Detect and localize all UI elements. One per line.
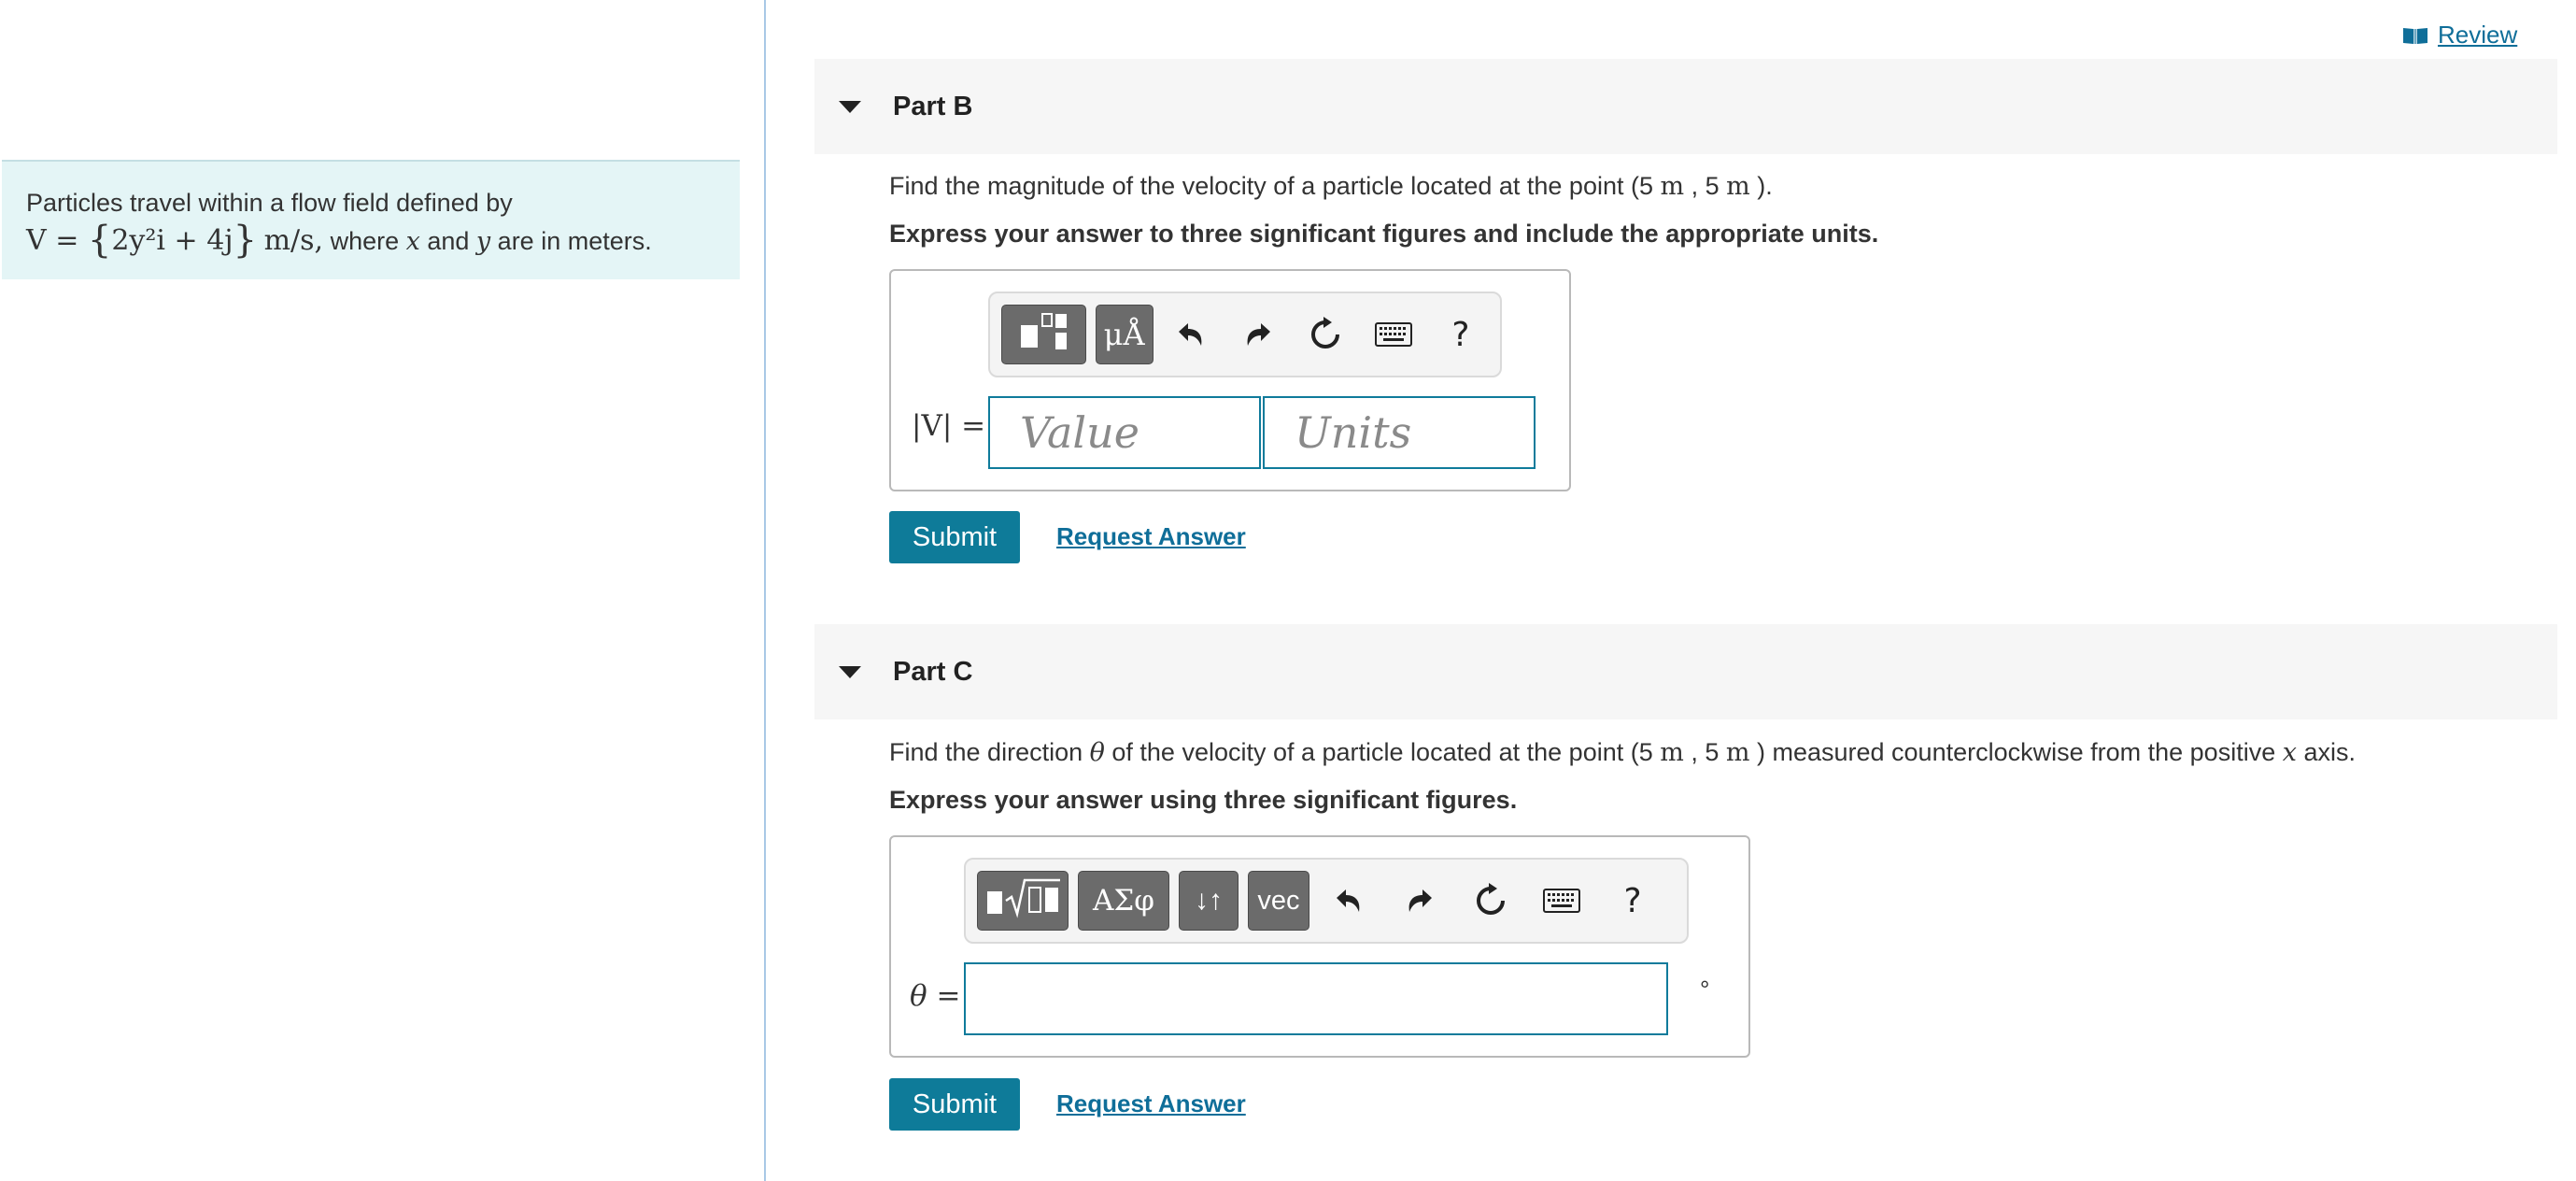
- greek-symbols-button[interactable]: ΑΣφ: [1078, 871, 1169, 931]
- unit-m: m: [1726, 172, 1750, 201]
- review-label: Review: [2438, 21, 2518, 49]
- equation-body: 2y²i + 4j: [111, 224, 234, 257]
- problem-equation: V = {2y²i + 4j} m/s, where x and y are i…: [26, 221, 740, 261]
- degree-symbol: °: [1700, 975, 1710, 1003]
- problem-text-line1: Particles travel within a flow field def…: [26, 189, 513, 217]
- part-c-instruction: Express your answer using three signific…: [889, 786, 1518, 814]
- collapse-triangle-icon: [839, 100, 861, 113]
- part-c-request-answer-link[interactable]: Request Answer: [1056, 1089, 1246, 1118]
- theta-input[interactable]: [964, 962, 1668, 1035]
- part-b-toolbar: μÅ ?: [988, 292, 1502, 377]
- templates-button[interactable]: [1001, 305, 1086, 364]
- var-x: x: [405, 227, 420, 256]
- open-brace: {: [87, 219, 112, 262]
- reset-icon[interactable]: [1461, 871, 1521, 931]
- book-icon: [2402, 26, 2428, 45]
- units-input[interactable]: Units: [1263, 396, 1536, 469]
- review-link[interactable]: Review: [2402, 21, 2517, 50]
- prompt-text: ) measured counterclockwise from the pos…: [1749, 738, 2283, 766]
- part-c-prompt: Find the direction θ of the velocity of …: [889, 738, 2356, 767]
- templates-icon: [1015, 308, 1071, 362]
- part-c-title: Part C: [893, 656, 973, 687]
- close-brace: }: [233, 219, 258, 262]
- redo-icon[interactable]: [1230, 305, 1286, 364]
- keyboard-icon[interactable]: [1366, 305, 1422, 364]
- part-c-answer-box: ΑΣφ ↓↑ vec ? θ = °: [889, 835, 1750, 1058]
- part-b-header[interactable]: Part B: [814, 59, 2557, 154]
- problem-statement: Particles travel within a flow field def…: [2, 160, 740, 279]
- part-b-request-answer-link[interactable]: Request Answer: [1056, 522, 1246, 551]
- prompt-text: , 5: [1684, 172, 1727, 200]
- part-b-title: Part B: [893, 91, 973, 121]
- var-theta: θ: [1089, 738, 1105, 767]
- text-and: and: [419, 227, 476, 255]
- prompt-text: , 5: [1683, 738, 1726, 766]
- text-where: where: [323, 227, 406, 255]
- reset-icon[interactable]: [1297, 305, 1353, 364]
- redo-icon[interactable]: [1390, 871, 1450, 931]
- prompt-text: Find the direction: [889, 738, 1090, 766]
- prompt-text: ).: [1749, 172, 1773, 200]
- part-b-instruction: Express your answer to three significant…: [889, 220, 1879, 248]
- var-y: y: [475, 227, 491, 256]
- part-c-answer-label: θ =: [910, 979, 961, 1013]
- var-x: x: [2282, 738, 2297, 767]
- undo-icon[interactable]: [1319, 871, 1379, 931]
- unit-m: m: [1660, 738, 1684, 767]
- unit-m: m: [1725, 738, 1750, 767]
- prompt-text: Find the magnitude of the velocity of a …: [889, 172, 1661, 200]
- part-b-submit-button[interactable]: Submit: [889, 511, 1020, 563]
- radical-templates-icon: [984, 875, 1062, 928]
- prompt-text: axis.: [2296, 738, 2356, 766]
- part-b-answer-box: μÅ ? |V| = Value Units: [889, 269, 1571, 491]
- part-b-answer-label: |V| =: [912, 409, 986, 443]
- part-b-prompt: Find the magnitude of the velocity of a …: [889, 172, 1773, 201]
- part-c-submit-button[interactable]: Submit: [889, 1078, 1020, 1131]
- keyboard-icon[interactable]: [1532, 871, 1592, 931]
- help-icon[interactable]: ?: [1603, 871, 1663, 931]
- units-button[interactable]: μÅ: [1095, 305, 1154, 364]
- help-icon[interactable]: ?: [1433, 305, 1489, 364]
- undo-icon[interactable]: [1163, 305, 1219, 364]
- part-c-header[interactable]: Part C: [814, 624, 2557, 719]
- pane-divider: [764, 0, 766, 1181]
- unit-m: m: [1660, 172, 1685, 201]
- text-end: are in meters.: [490, 227, 652, 255]
- collapse-triangle-icon: [839, 665, 861, 678]
- vector-button[interactable]: vec: [1248, 871, 1309, 931]
- equation-lhs: V =: [26, 224, 88, 257]
- value-input[interactable]: Value: [988, 396, 1261, 469]
- part-c-toolbar: ΑΣφ ↓↑ vec ?: [964, 858, 1689, 944]
- equation-units: m/s,: [263, 224, 324, 257]
- templates-button[interactable]: [977, 871, 1069, 931]
- arrows-button[interactable]: ↓↑: [1179, 871, 1238, 931]
- problem-pane: Particles travel within a flow field def…: [0, 0, 764, 1181]
- prompt-text: of the velocity of a particle located at…: [1104, 738, 1661, 766]
